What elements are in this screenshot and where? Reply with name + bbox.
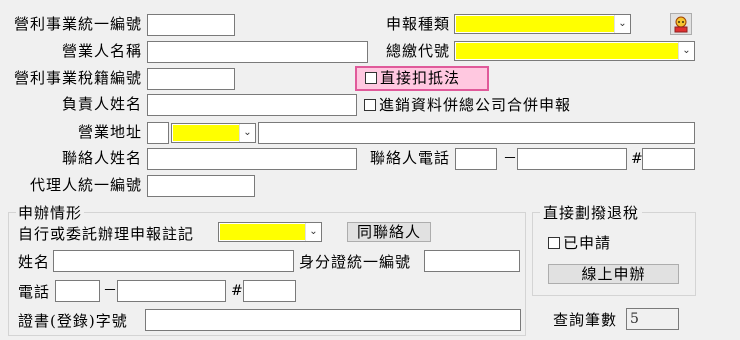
refund-group-title: 直接劃撥退稅 <box>540 203 643 223</box>
id-number-label: 身分證統一編號 <box>299 253 412 271</box>
responsible-person-label: 負責人姓名 <box>61 95 142 113</box>
checkbox-box[interactable] <box>364 99 376 111</box>
total-payment-code-fill <box>456 43 678 59</box>
uniform-number-label: 營利事業統一編號 <box>13 15 142 33</box>
id-number-input[interactable] <box>424 250 520 272</box>
contact-phone-label: 聯絡人電話 <box>369 149 450 167</box>
chevron-down-icon[interactable]: ⌄ <box>678 42 694 60</box>
contact-phone-number-input[interactable] <box>517 148 627 170</box>
total-payment-code-select[interactable]: ⌄ <box>454 41 695 61</box>
report-type-label: 申報種類 <box>385 15 450 33</box>
business-name-label: 營業人名稱 <box>61 42 142 60</box>
chevron-down-icon[interactable]: ⌄ <box>239 124 255 142</box>
applied-checkbox[interactable]: 已申請 <box>548 233 611 253</box>
online-apply-button[interactable]: 線上申辦 <box>548 264 679 284</box>
contact-phone-area-input[interactable] <box>455 148 497 170</box>
phone-hash: # <box>631 151 643 167</box>
tax-reg-number-label: 營利事業稅籍編號 <box>13 69 142 87</box>
filing-group-title: 申辦情形 <box>16 203 85 223</box>
certificate-input[interactable] <box>145 309 521 331</box>
business-name-input[interactable] <box>147 41 368 63</box>
total-payment-code-label: 總繳代號 <box>385 42 450 60</box>
filer-name-input[interactable] <box>53 250 294 272</box>
self-or-delegate-select[interactable]: ⌄ <box>218 222 322 242</box>
business-address-label: 營業地址 <box>77 123 142 141</box>
contact-name-label: 聯絡人姓名 <box>61 149 142 167</box>
checkbox-box[interactable] <box>548 237 560 249</box>
certificate-label: 證書(登錄)字號 <box>18 312 128 330</box>
contact-phone-ext-input[interactable] <box>642 148 695 170</box>
filer-phone-label: 電話 <box>18 283 51 301</box>
contact-name-input[interactable] <box>147 148 357 170</box>
responsible-person-input[interactable] <box>147 94 357 116</box>
same-contact-button[interactable]: 同聯絡人 <box>347 222 431 242</box>
agent-number-input[interactable] <box>147 175 255 197</box>
uniform-number-input[interactable] <box>147 14 235 36</box>
report-type-fill <box>456 16 614 32</box>
hq-combined-label: 進銷資料併總公司合併申報 <box>379 96 572 114</box>
filer-phone-area-input[interactable] <box>55 280 100 302</box>
hq-combined-checkbox[interactable]: 進銷資料併總公司合併申報 <box>364 95 571 115</box>
self-or-delegate-fill <box>220 224 305 240</box>
address-city-fill <box>173 125 239 141</box>
direct-deduction-checkbox[interactable]: 直接扣抵法 <box>355 66 489 91</box>
phone-dash: － <box>103 283 117 299</box>
direct-deduction-label: 直接扣抵法 <box>380 69 461 87</box>
chevron-down-icon[interactable]: ⌄ <box>305 223 321 241</box>
report-type-select[interactable]: ⌄ <box>454 14 631 34</box>
self-or-delegate-label: 自行或委託辦理申報註記 <box>18 225 195 243</box>
agent-number-label: 代理人統一編號 <box>29 176 142 194</box>
address-zip-input[interactable] <box>147 122 169 144</box>
filer-phone-ext-input[interactable] <box>243 280 296 302</box>
tax-reg-number-input[interactable] <box>147 68 235 90</box>
filer-phone-number-input[interactable] <box>117 280 226 302</box>
filer-name-label: 姓名 <box>18 253 51 271</box>
phone-hash: # <box>231 283 243 299</box>
chevron-down-icon[interactable]: ⌄ <box>614 15 630 33</box>
address-detail-input[interactable] <box>258 122 695 144</box>
user-settings-button[interactable] <box>670 13 692 35</box>
query-count-label: 查詢筆數 <box>553 311 618 329</box>
phone-dash: － <box>503 151 517 167</box>
query-count-value: 5 <box>626 308 679 330</box>
applied-label: 已申請 <box>563 234 612 252</box>
address-city-select[interactable]: ⌄ <box>171 123 256 143</box>
checkbox-box[interactable] <box>365 72 377 84</box>
user-icon <box>674 16 688 33</box>
